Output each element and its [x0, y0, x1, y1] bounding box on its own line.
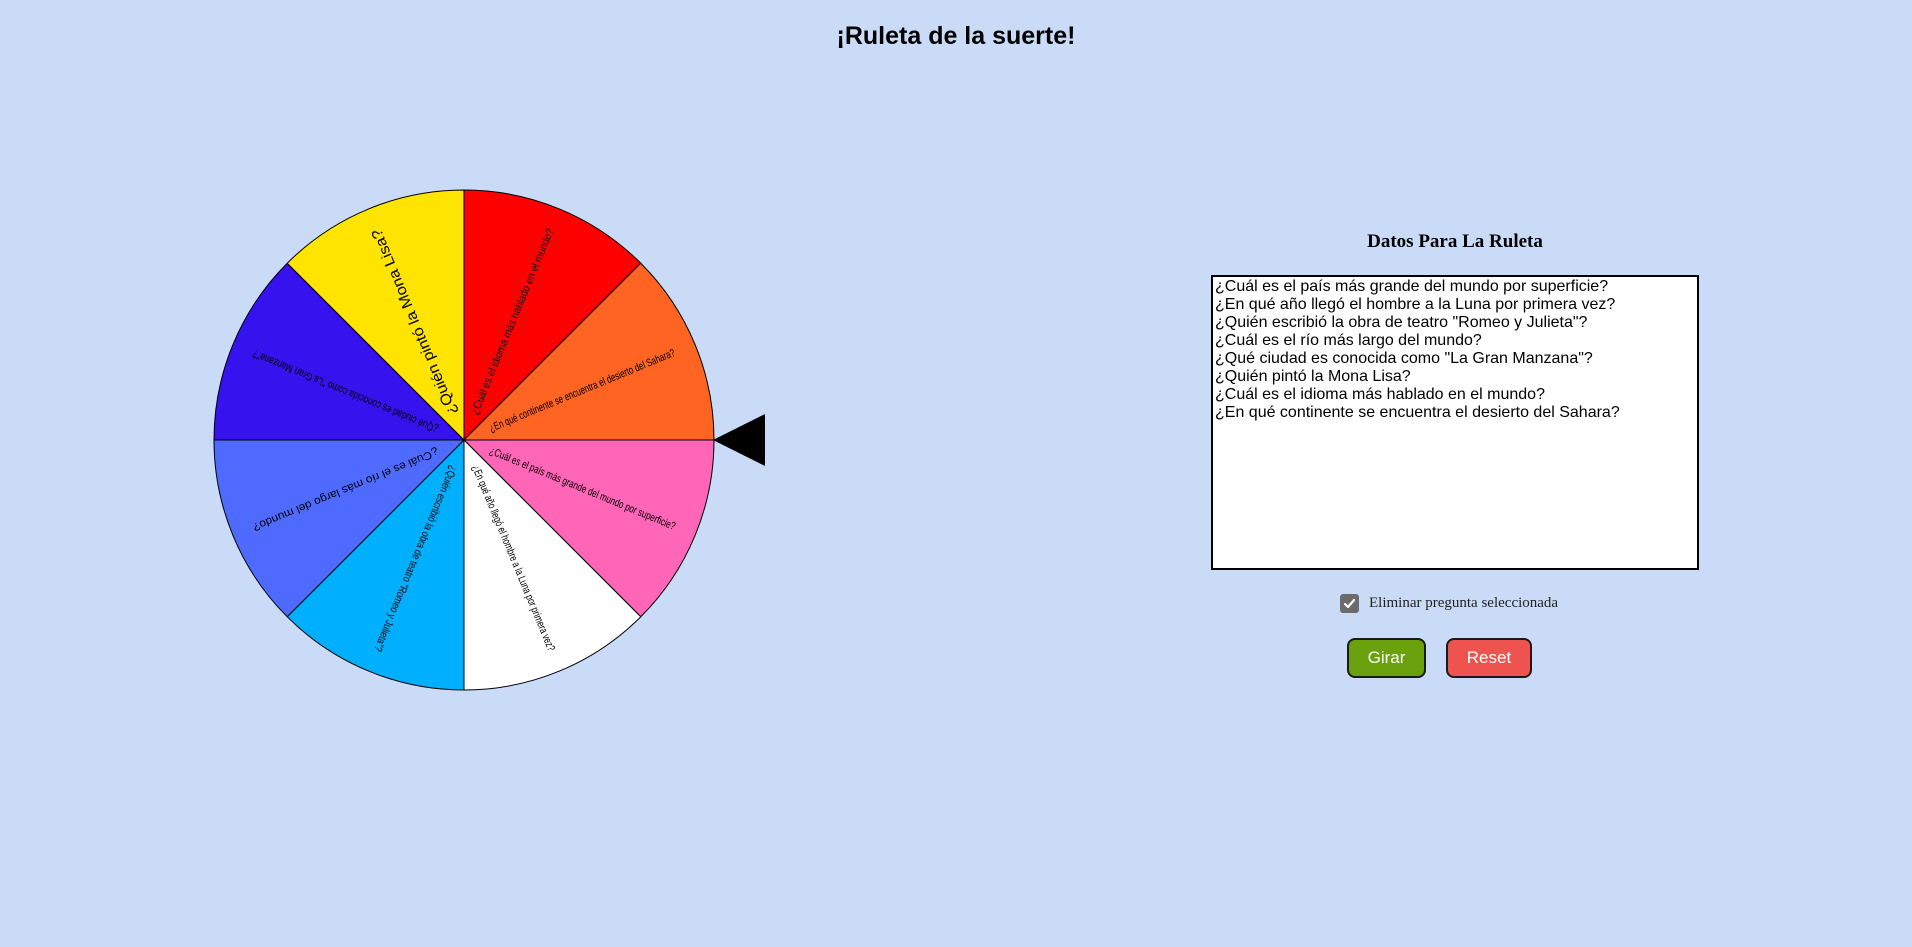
wheel-pointer-icon	[713, 414, 765, 466]
remove-question-checkbox[interactable]	[1340, 594, 1359, 613]
panel-title: Datos Para La Ruleta	[1367, 231, 1543, 252]
spin-button[interactable]: Girar	[1347, 638, 1426, 678]
remove-question-option[interactable]: Eliminar pregunta seleccionada	[1340, 594, 1558, 613]
page-title: ¡Ruleta de la suerte!	[836, 22, 1076, 50]
reset-button[interactable]: Reset	[1446, 638, 1532, 678]
questions-textarea[interactable]	[1211, 275, 1699, 570]
remove-question-label: Eliminar pregunta seleccionada	[1369, 595, 1559, 611]
roulette-wheel[interactable]: ¿Cuál es el país más grande del mundo po…	[200, 180, 720, 700]
checkmark-icon	[1343, 598, 1356, 609]
